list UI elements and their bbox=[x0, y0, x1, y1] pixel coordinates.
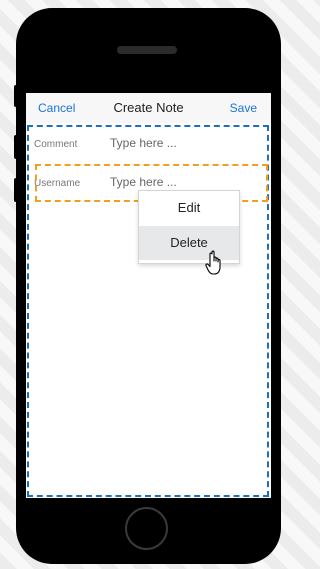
phone-silent-switch bbox=[14, 85, 18, 107]
comment-row: Comment bbox=[34, 130, 266, 160]
comment-input[interactable] bbox=[110, 136, 260, 150]
comment-label: Comment bbox=[34, 139, 78, 150]
phone-screen: Cancel Create Note Save Comment Username… bbox=[26, 93, 271, 498]
phone-home-button[interactable] bbox=[125, 507, 168, 550]
phone-speaker bbox=[117, 46, 177, 54]
navigation-bar: Cancel Create Note Save bbox=[26, 93, 271, 123]
phone-volume-down-button bbox=[14, 178, 18, 202]
save-button[interactable]: Save bbox=[230, 101, 257, 115]
hand-pointer-icon bbox=[205, 250, 221, 275]
phone-volume-up-button bbox=[14, 135, 18, 159]
menu-item-edit[interactable]: Edit bbox=[139, 191, 239, 225]
